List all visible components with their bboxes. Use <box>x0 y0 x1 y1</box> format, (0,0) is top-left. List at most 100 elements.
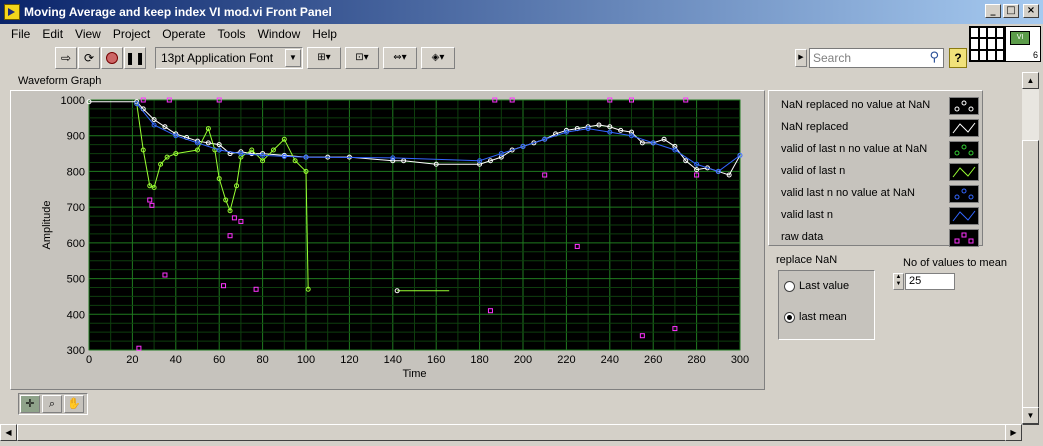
scroll-right-icon[interactable]: ▶ <box>1005 424 1022 441</box>
cursor-icon[interactable]: ✛ <box>20 395 40 413</box>
horizontal-scroll-thumb[interactable] <box>17 424 1019 441</box>
x-tick-label: 160 <box>427 354 445 366</box>
scroll-down-icon[interactable]: ▼ <box>1022 407 1039 424</box>
x-tick-label: 180 <box>470 354 488 366</box>
chevron-down-icon[interactable]: ▼ <box>285 48 301 67</box>
maximize-button[interactable]: □ <box>1003 4 1019 18</box>
title-bar: Moving Average and keep index VI mod.vi … <box>0 0 1043 24</box>
legend-swatch-icon[interactable] <box>949 185 979 203</box>
legend-swatch-icon[interactable] <box>949 141 979 159</box>
n-mean-label: No of values to mean <box>903 257 1007 269</box>
scroll-left-icon[interactable]: ◀ <box>0 424 17 441</box>
legend-row[interactable]: raw data <box>779 227 979 249</box>
run-continuously-icon[interactable]: ⟳ <box>78 46 100 69</box>
legend-label: valid last n <box>781 209 833 221</box>
legend-row[interactable]: valid last n <box>779 205 979 227</box>
waveform-graph[interactable]: 0 20 40 60 80 100 120 140 160 180 200 220 240 260 280 3… <box>10 90 765 390</box>
graph-tool-palette: ✛ ⌕ ✋ <box>18 393 88 415</box>
vi-icon[interactable]: VI 6 <box>1005 26 1041 62</box>
run-arrow-icon[interactable]: ⇨ <box>55 46 77 69</box>
minimize-button[interactable]: _ <box>985 4 1001 18</box>
font-selector-value: 13pt Application Font <box>161 50 274 65</box>
x-tick-label: 200 <box>514 354 532 366</box>
legend-label: NaN replaced no value at NaN <box>781 99 931 111</box>
x-tick-label: 60 <box>213 354 225 366</box>
legend-label: raw data <box>781 231 824 243</box>
menu-tools[interactable]: Tools <box>212 27 252 41</box>
close-button[interactable]: × <box>1023 4 1039 18</box>
context-help-button[interactable]: ? <box>949 48 967 68</box>
increment-decrement-icon[interactable]: ▲ ▼ <box>893 273 904 290</box>
legend-label: valid of last n <box>781 165 846 177</box>
plot-legend: NaN replaced no value at NaN NaN replaced… <box>768 90 983 249</box>
menu-help[interactable]: Help <box>306 27 343 41</box>
window-controls: _ □ × <box>985 4 1039 18</box>
pan-icon[interactable]: ✋ <box>64 395 84 413</box>
legend-row[interactable]: valid of last n <box>779 161 979 183</box>
y-tick-label: 800 <box>67 166 85 178</box>
radio-selected-icon <box>784 311 795 323</box>
n-mean-input[interactable]: 25 <box>905 273 955 290</box>
x-tick-label: 240 <box>601 354 619 366</box>
legend-label: valid of last n no value at NaN <box>781 143 928 155</box>
legend-row[interactable]: valid of last n no value at NaN <box>779 139 979 161</box>
vi-icon-label: VI <box>1010 31 1030 45</box>
resize-objects-icon[interactable]: ⇔▾ <box>383 46 417 69</box>
x-tick-label: 120 <box>340 354 358 366</box>
align-objects-icon[interactable]: ⊞▾ <box>307 46 341 69</box>
x-tick-label: 80 <box>256 354 268 366</box>
scroll-up-icon[interactable]: ▲ <box>1022 72 1039 89</box>
replace-nan-radio-group: Last value last mean <box>778 270 875 340</box>
menu-bar: File Edit View Project Operate Tools Win… <box>0 24 968 44</box>
legend-row[interactable]: NaN replaced no value at NaN <box>779 95 979 117</box>
legend-swatch-icon[interactable] <box>949 163 979 181</box>
search-area: ▶ Search ⚲ ? <box>795 48 967 68</box>
abort-icon[interactable] <box>101 46 123 69</box>
x-axis-label: Time <box>402 368 426 380</box>
menu-operate[interactable]: Operate <box>156 27 211 41</box>
window-title: Moving Average and keep index VI mod.vi … <box>24 5 332 19</box>
y-tick-label: 900 <box>67 131 85 143</box>
reorder-icon[interactable]: ◈▾ <box>421 46 455 69</box>
radio-last-value-label: Last value <box>799 280 850 292</box>
replace-nan-label: replace NaN <box>776 254 838 266</box>
font-selector[interactable]: 13pt Application Font ▼ <box>155 46 303 69</box>
menu-edit[interactable]: Edit <box>36 27 69 41</box>
legend-swatch-icon[interactable] <box>949 119 979 137</box>
legend-swatch-icon[interactable] <box>949 97 979 115</box>
search-icon[interactable]: ⚲ <box>929 50 939 65</box>
menu-project[interactable]: Project <box>107 27 156 41</box>
search-placeholder: Search <box>813 51 852 65</box>
zoom-icon[interactable]: ⌕ <box>42 395 62 413</box>
radio-last-value[interactable]: Last value <box>784 280 849 292</box>
pause-icon[interactable]: ❚❚ <box>124 46 146 69</box>
legend-label: NaN replaced <box>781 121 849 133</box>
x-tick-label: 140 <box>384 354 402 366</box>
y-tick-label: 300 <box>67 345 85 357</box>
y-tick-label: 700 <box>67 202 85 214</box>
y-tick-label: 600 <box>67 238 85 250</box>
search-input[interactable]: Search ⚲ <box>809 48 944 68</box>
y-tick-label: 500 <box>67 274 85 286</box>
menu-file[interactable]: File <box>5 27 36 41</box>
horizontal-scrollbar[interactable]: ◀ ▶ <box>0 424 1022 441</box>
connector-pane-icon[interactable] <box>969 26 1005 62</box>
radio-last-mean[interactable]: last mean <box>784 311 847 323</box>
x-tick-label: 260 <box>644 354 662 366</box>
x-tick-label: 20 <box>126 354 138 366</box>
x-tick-label: 100 <box>297 354 315 366</box>
vertical-scrollbar[interactable]: ▲ ▼ <box>1022 72 1039 425</box>
vi-icon-badge: 6 <box>1032 50 1038 60</box>
menu-view[interactable]: View <box>69 27 107 41</box>
legend-swatch-icon[interactable] <box>949 207 979 225</box>
legend-row[interactable]: NaN replaced <box>779 117 979 139</box>
legend-row[interactable]: valid last n no value at NaN <box>779 183 979 205</box>
distribute-objects-icon[interactable]: ⊡▾ <box>345 46 379 69</box>
toolbar-scroll-icon[interactable]: ▶ <box>795 49 807 67</box>
x-tick-label: 0 <box>86 354 92 366</box>
legend-swatch-icon[interactable] <box>949 229 979 247</box>
vertical-scroll-thumb[interactable] <box>1022 140 1039 425</box>
graph-label: Waveform Graph <box>18 75 102 87</box>
menu-window[interactable]: Window <box>252 27 307 41</box>
labview-run-icon <box>4 4 20 20</box>
